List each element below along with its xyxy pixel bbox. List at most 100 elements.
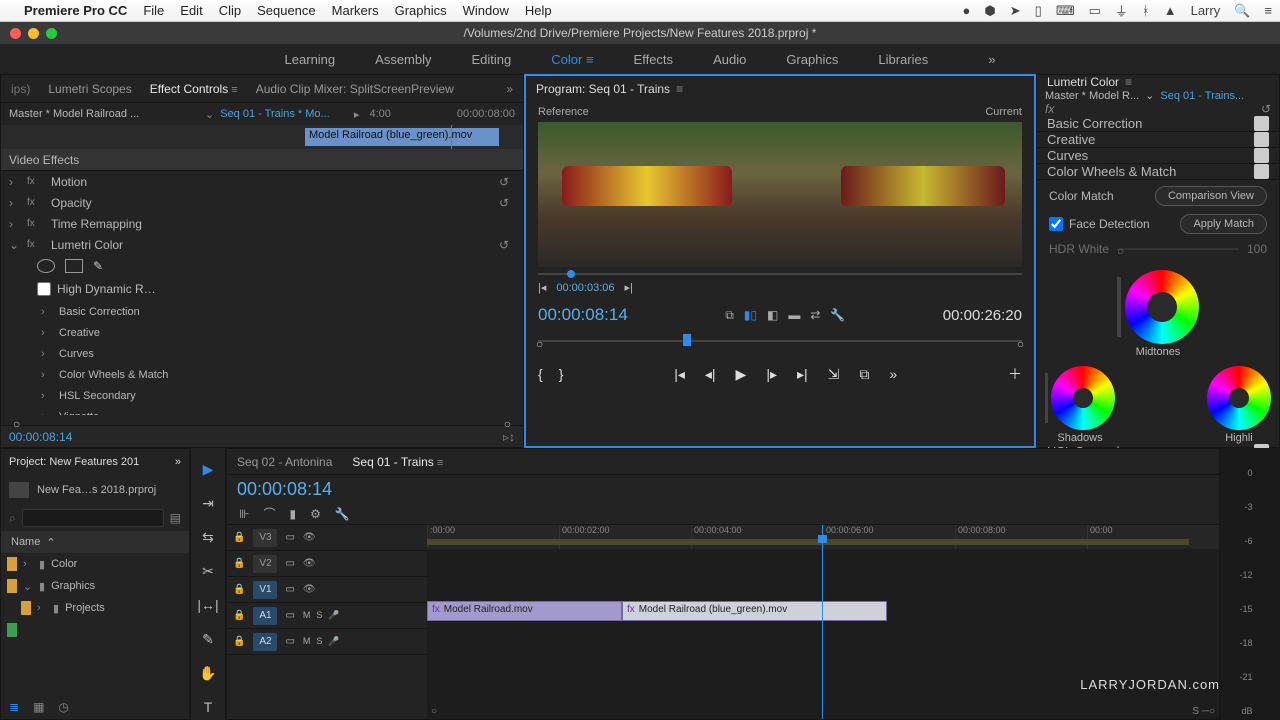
lock-icon[interactable]: 🔒 — [233, 584, 245, 595]
chevron-down-icon[interactable]: ⌄ — [205, 108, 214, 121]
timeline-playhead[interactable] — [822, 525, 823, 719]
step-fwd-icon[interactable]: |▸ — [766, 366, 777, 383]
disclosure-icon[interactable]: › — [41, 327, 51, 339]
menu-graphics[interactable]: Graphics — [395, 3, 447, 18]
lum-curves[interactable]: Curves — [1047, 148, 1088, 163]
goto-out-icon[interactable]: ▸| — [797, 366, 808, 383]
ws-editing[interactable]: Editing — [472, 52, 512, 67]
dropbox-icon[interactable]: ⬢ — [984, 3, 995, 19]
mask-ellipse-icon[interactable] — [37, 259, 55, 273]
ripple-tool[interactable]: ⇆ — [197, 526, 219, 548]
disclosure-icon[interactable]: ⌄ — [9, 238, 19, 252]
hand-tool[interactable]: ✋ — [197, 662, 219, 684]
ws-effects[interactable]: Effects — [634, 52, 674, 67]
play-button[interactable]: ▶ — [736, 366, 747, 383]
disclosure-icon[interactable]: › — [9, 196, 19, 210]
eye-icon[interactable]: 👁 — [303, 532, 316, 543]
export-frame-icon[interactable]: » — [889, 366, 897, 382]
ws-graphics[interactable]: Graphics — [786, 52, 838, 67]
razor-tool[interactable]: ✂ — [197, 560, 219, 582]
side-by-side-icon[interactable]: ▮▯ — [744, 308, 757, 323]
master-clip-name[interactable]: Master * Model Railroad ... — [9, 108, 199, 120]
menu-markers[interactable]: Markers — [332, 3, 379, 18]
tab-overflow-icon[interactable]: » — [506, 82, 513, 96]
ec-timecode[interactable]: 00:00:08:14 — [9, 430, 72, 444]
panel-overflow-icon[interactable]: » — [175, 456, 181, 468]
mute-button[interactable]: M — [303, 636, 311, 647]
icon-view-icon[interactable]: ▦ — [33, 700, 44, 714]
mask-pen-icon[interactable]: ✎ — [93, 259, 103, 273]
bin-graphics[interactable]: Graphics — [51, 580, 95, 592]
sequence-clip-name[interactable]: Seq 01 - Trains * Mo... — [220, 108, 348, 120]
lum-basic[interactable]: Basic Correction — [1047, 116, 1142, 131]
tab-seq02[interactable]: Seq 02 - Antonina — [237, 455, 332, 469]
play-icon[interactable]: ▸ — [354, 108, 360, 121]
goto-in-icon[interactable]: |◂ — [538, 281, 546, 294]
mark-out-icon[interactable]: } — [559, 366, 564, 382]
motion-label[interactable]: Motion — [51, 175, 87, 189]
disclosure-icon[interactable]: › — [9, 217, 19, 231]
track-v1[interactable]: V1 — [253, 581, 277, 599]
program-scrubber[interactable]: ○ ○ — [538, 334, 1022, 350]
freeform-view-icon[interactable]: ◷ — [58, 700, 68, 714]
section-toggle[interactable] — [1254, 148, 1269, 163]
comparison-view[interactable] — [538, 122, 1022, 267]
lumetri-tab[interactable]: Lumetri Color — [1047, 75, 1119, 89]
mark-in-icon[interactable]: { — [538, 366, 543, 382]
insert-icon[interactable]: ⇲ — [828, 366, 840, 383]
project-tab[interactable]: Project: New Features 201 — [9, 456, 139, 468]
program-playhead[interactable] — [683, 334, 691, 346]
disclosure-icon[interactable]: › — [37, 602, 47, 614]
lumetri-label[interactable]: Lumetri Color — [51, 238, 123, 252]
menu-file[interactable]: File — [143, 3, 164, 18]
reference-scrubber[interactable] — [538, 273, 1022, 275]
wifi-icon[interactable]: ⏚ — [1115, 1, 1128, 20]
reset-icon[interactable]: ↺ — [499, 238, 509, 252]
user-name[interactable]: Larry — [1191, 3, 1221, 18]
project-search-input[interactable] — [22, 509, 164, 527]
comparison-view-button[interactable]: Comparison View — [1155, 186, 1267, 206]
track-v2[interactable]: V2 — [253, 555, 277, 573]
menu-window[interactable]: Window — [463, 3, 509, 18]
app-name[interactable]: Premiere Pro CC — [24, 3, 127, 18]
section-toggle[interactable] — [1254, 116, 1269, 131]
basic-correction[interactable]: Basic Correction — [59, 306, 140, 318]
solo-button[interactable]: S — [316, 636, 322, 647]
ws-overflow-icon[interactable]: » — [988, 52, 995, 67]
hdr-value[interactable]: 100 — [1247, 242, 1267, 256]
shadow-slider[interactable] — [1045, 373, 1048, 423]
tab-audio-clip-mixer[interactable]: Audio Clip Mixer: SplitScreenPreview — [256, 82, 454, 96]
shadows-wheel[interactable] — [1051, 366, 1115, 430]
midtones-wheel[interactable] — [1125, 270, 1199, 344]
goto-out-icon[interactable]: ▸| — [625, 281, 633, 294]
reset-icon[interactable]: ↺ — [499, 196, 509, 210]
time-remap-label[interactable]: Time Remapping — [51, 217, 142, 231]
solo-button[interactable]: S — [316, 610, 322, 621]
bin-color-swatch[interactable] — [7, 579, 17, 593]
fx-toggle[interactable]: fx — [27, 218, 39, 229]
wrench-icon[interactable]: 🔧 — [335, 507, 350, 521]
ec-zoom-icon[interactable]: ▹↕ — [503, 430, 515, 444]
split-v-icon[interactable]: ◧ — [767, 308, 778, 323]
step-back-icon[interactable]: ◂| — [705, 366, 716, 383]
airplay-icon[interactable]: ▭ — [1089, 3, 1101, 19]
disclosure-icon[interactable]: › — [9, 175, 19, 189]
tab-lumetri-scopes[interactable]: Lumetri Scopes — [48, 82, 131, 96]
hdr-slider[interactable]: ○ — [1117, 248, 1239, 250]
menu-edit[interactable]: Edit — [180, 3, 202, 18]
slip-tool[interactable]: |↔| — [197, 594, 219, 616]
menu-help[interactable]: Help — [525, 3, 552, 18]
sort-icon[interactable]: ⌃ — [46, 536, 55, 549]
program-out-tc[interactable]: 00:00:26:20 — [943, 307, 1022, 324]
goto-in-icon[interactable]: |◂ — [674, 366, 685, 383]
wrench-icon[interactable]: 🔧 — [830, 308, 845, 323]
clip-2[interactable]: fxModel Railroad (blue_green).mov — [622, 601, 887, 621]
tab-effect-controls[interactable]: Effect Controls — [150, 82, 238, 96]
ws-libraries[interactable]: Libraries — [878, 52, 928, 67]
disclosure-icon[interactable]: › — [41, 306, 51, 318]
marker-icon[interactable]: ▮ — [289, 507, 296, 521]
toggle-output-icon[interactable]: ▭ — [285, 558, 294, 569]
bluetooth-icon[interactable]: ᚼ — [1142, 3, 1150, 18]
effect-controls-mini-timeline[interactable]: Model Railroad (blue_green).mov — [1, 125, 523, 149]
name-column[interactable]: Name — [11, 536, 40, 548]
